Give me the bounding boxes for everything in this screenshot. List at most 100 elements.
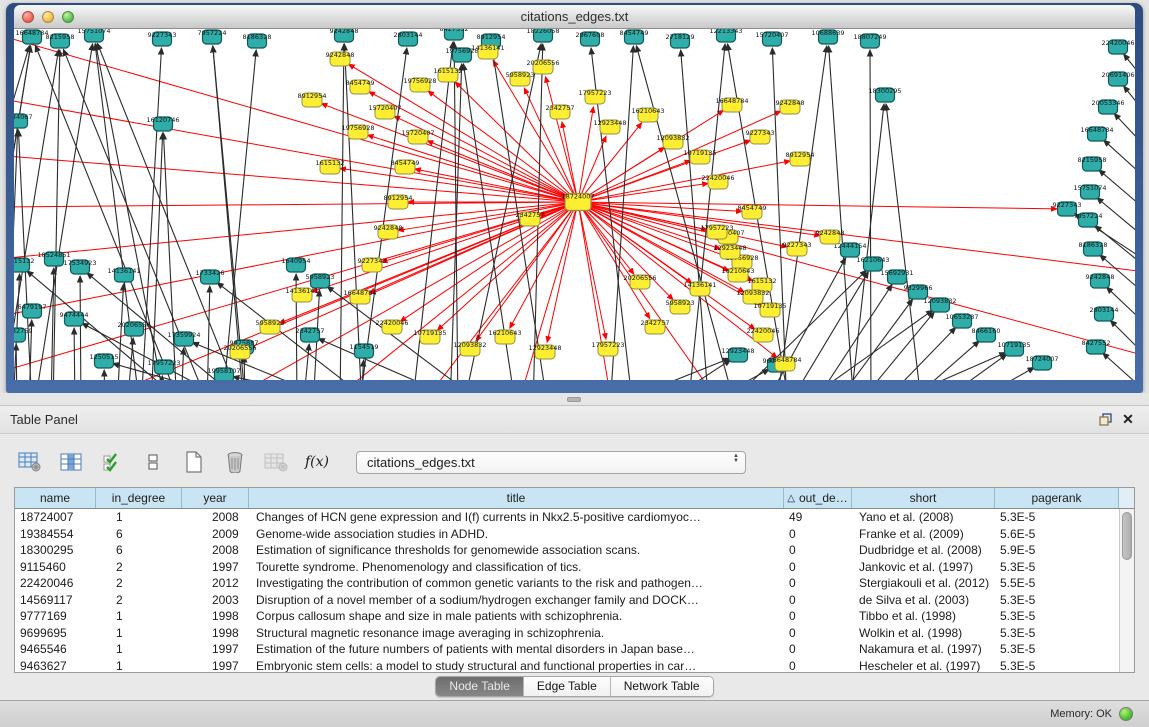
new-table-icon[interactable] [180, 448, 208, 476]
function-builder-icon[interactable]: f(x) [303, 448, 331, 476]
cell-title: Changes of HCN gene expression and I(f) … [249, 509, 784, 526]
splitter-handle[interactable] [567, 397, 581, 402]
rows-icon[interactable] [139, 448, 167, 476]
svg-text:6479197: 6479197 [18, 303, 47, 311]
tab-network-table[interactable]: Network Table [610, 677, 713, 696]
cell-short: de Silva et al. (2003) [852, 592, 995, 609]
table-row[interactable]: 2242004622012Investigating the contribut… [15, 575, 1119, 592]
svg-text:12093832: 12093832 [453, 341, 486, 349]
column-header-pagerank[interactable]: pagerank [995, 488, 1119, 508]
svg-text:12093832: 12093832 [923, 297, 956, 305]
svg-text:8912954: 8912954 [298, 92, 327, 100]
memory-status-label: Memory: OK [1050, 708, 1112, 720]
svg-text:2342757: 2342757 [546, 104, 575, 112]
delete-table-icon [262, 448, 290, 476]
svg-text:7957224: 7957224 [1074, 212, 1103, 220]
cell-in_degree: 6 [96, 526, 182, 543]
table-row[interactable]: 946362711997Embryonic stem cells: a mode… [15, 658, 1119, 673]
table-row[interactable]: 946554611997Estimation of the future num… [15, 641, 1119, 658]
svg-text:8912954: 8912954 [384, 194, 413, 202]
zoom-window-button[interactable] [62, 11, 74, 23]
cell-pagerank: 5.3E-5 [995, 658, 1119, 673]
column-header-year[interactable]: year [182, 488, 249, 508]
svg-text:22420046: 22420046 [701, 174, 734, 182]
dropdown-value: citations_edges.txt [367, 455, 475, 470]
tab-node-table[interactable]: Node Table [436, 677, 523, 696]
float-panel-icon[interactable] [1095, 411, 1117, 429]
table-scrollbar[interactable] [1119, 509, 1134, 672]
scrollbar-thumb[interactable] [1122, 512, 1132, 560]
table-tabs-segmented-control: Node TableEdge TableNetwork Table [435, 676, 713, 697]
svg-text:8912954: 8912954 [786, 151, 815, 159]
svg-text:14136141: 14136141 [285, 287, 318, 295]
cell-short: Tibbo et al. (1998) [852, 608, 995, 625]
delete-icon[interactable] [221, 448, 249, 476]
minimize-window-button[interactable] [42, 11, 54, 23]
table-row[interactable]: 969969511998Structural magnetic resonanc… [15, 625, 1119, 642]
svg-text:19958107: 19958107 [207, 367, 240, 375]
cell-title: Estimation of significance thresholds fo… [249, 542, 784, 559]
close-panel-icon[interactable]: ✕ [1117, 411, 1139, 429]
svg-text:8466160: 8466160 [972, 327, 1001, 335]
cell-in_degree: 1 [96, 625, 182, 642]
svg-text:1615132: 1615132 [14, 257, 34, 265]
column-header-short[interactable]: short [852, 488, 995, 508]
table-row[interactable]: 911546021997Tourette syndrome. Phenomeno… [15, 559, 1119, 576]
svg-text:5958923: 5958923 [306, 273, 335, 281]
cell-name: 9465546 [15, 641, 96, 658]
table-row[interactable]: 1872400712008Changes of HCN gene express… [15, 509, 1119, 526]
cell-year: 1997 [182, 641, 249, 658]
column-header-name[interactable]: name [15, 488, 96, 508]
cell-name: 18724007 [15, 509, 96, 526]
cell-short: Franke et al. (2009) [852, 526, 995, 543]
column-header-in_degree[interactable]: in_degree [96, 488, 182, 508]
window-titlebar[interactable]: citations_edges.txt [14, 5, 1135, 29]
svg-text:8454749: 8454749 [738, 204, 767, 212]
table-row[interactable]: 1830029562008Estimation of significance … [15, 542, 1119, 559]
cell-name: 19384554 [15, 526, 96, 543]
cell-title: Genome-wide association studies in ADHD. [249, 526, 784, 543]
svg-text:17957223: 17957223 [591, 341, 624, 349]
cell-year: 1998 [182, 625, 249, 642]
svg-text:19756928: 19756928 [403, 77, 436, 85]
svg-text:18807249: 18807249 [853, 33, 886, 41]
memory-status-icon[interactable] [1119, 707, 1133, 721]
cell-in_degree: 1 [96, 641, 182, 658]
panel-divider [0, 393, 1149, 405]
table-source-dropdown[interactable]: citations_edges.txt ▲▼ [356, 451, 746, 474]
cell-in_degree: 6 [96, 542, 182, 559]
cell-short: Nakamura et al. (1997) [852, 641, 995, 658]
network-canvas[interactable]: 1664878482159581575107492273437957224818… [14, 29, 1135, 380]
table-row[interactable]: 1456911722003Disruption of a novel membe… [15, 592, 1119, 609]
svg-text:14136141: 14136141 [471, 44, 504, 52]
svg-text:9329966: 9329966 [904, 284, 933, 292]
svg-text:10719135: 10719135 [997, 341, 1030, 349]
svg-text:16648784: 16648784 [343, 289, 376, 297]
svg-text:10719135: 10719135 [413, 329, 446, 337]
svg-text:15720407: 15720407 [401, 129, 434, 137]
select-columns-icon[interactable] [98, 448, 126, 476]
table-row[interactable]: 1938455462009Genome-wide association stu… [15, 526, 1119, 543]
cell-out_degree: 0 [784, 526, 852, 543]
cell-pagerank: 5.6E-5 [995, 526, 1119, 543]
svg-text:1154519: 1154519 [350, 343, 379, 351]
svg-text:8427552: 8427552 [440, 29, 469, 33]
close-window-button[interactable] [22, 11, 34, 23]
cell-name: 14569117 [15, 592, 96, 609]
svg-text:12213343: 12213343 [709, 29, 742, 35]
table-row[interactable]: 977716911998Corpus callosum shape and si… [15, 608, 1119, 625]
column-header-title[interactable]: title [249, 488, 784, 508]
svg-text:1640954: 1640954 [282, 257, 311, 265]
svg-text:16648784: 16648784 [715, 97, 748, 105]
svg-text:8912954: 8912954 [477, 33, 506, 41]
svg-text:20206556: 20206556 [623, 274, 656, 282]
tab-edge-table[interactable]: Edge Table [523, 677, 610, 696]
table-column-icon[interactable] [57, 448, 85, 476]
svg-text:2342757: 2342757 [296, 327, 325, 335]
cell-in_degree: 1 [96, 658, 182, 673]
svg-text:18226058: 18226058 [526, 29, 559, 35]
svg-text:9227343: 9227343 [746, 129, 775, 137]
column-header-out_degree[interactable]: △out_de… [784, 488, 852, 508]
cell-in_degree: 1 [96, 608, 182, 625]
table-settings-icon[interactable] [16, 448, 44, 476]
